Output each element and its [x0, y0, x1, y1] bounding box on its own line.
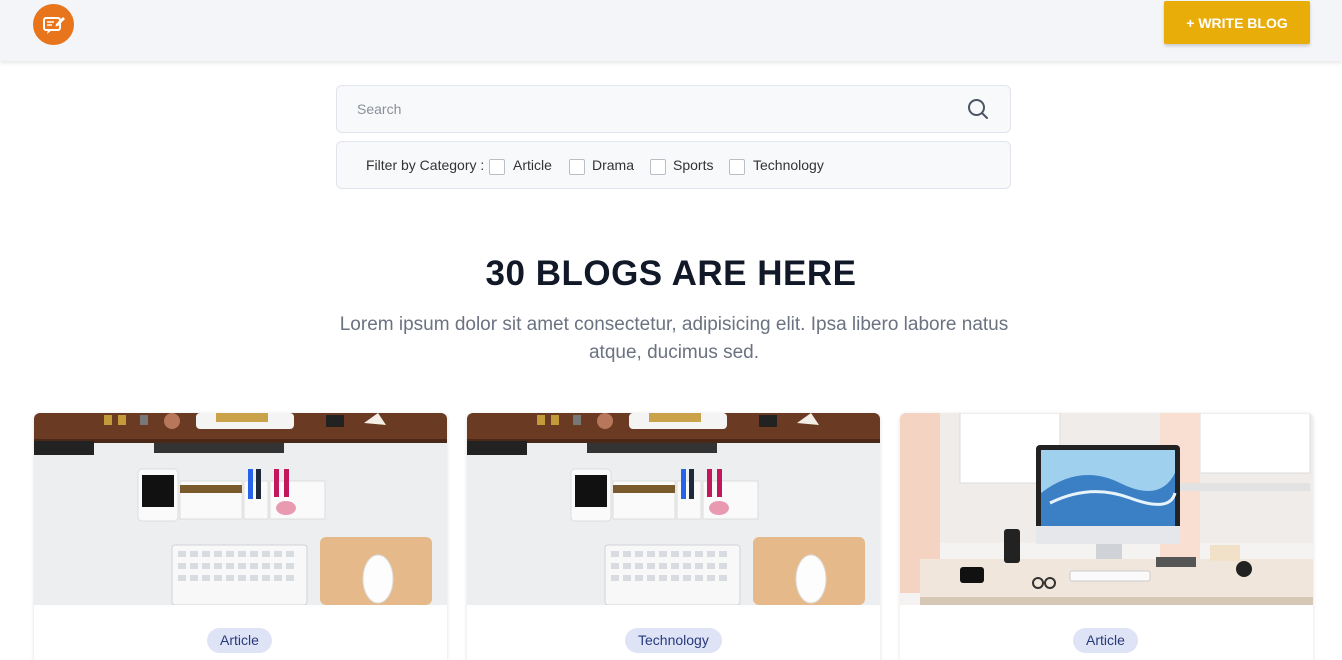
checkbox-label-technology[interactable]: Technology	[753, 157, 824, 173]
checkbox-label-article[interactable]: Article	[513, 157, 552, 173]
category-badge[interactable]: Technology	[625, 628, 722, 653]
desk-flatlay-image[interactable]	[467, 413, 880, 605]
blog-card[interactable]: Article	[34, 413, 447, 660]
blog-card[interactable]: Technology	[467, 413, 880, 660]
checkbox-label-drama[interactable]: Drama	[592, 157, 634, 173]
imac-workspace-image[interactable]	[900, 413, 1313, 605]
search-icon[interactable]	[966, 97, 990, 121]
write-blog-button[interactable]: + WRITE BLOG	[1164, 1, 1310, 44]
blog-logo-icon[interactable]	[33, 4, 74, 45]
search-input[interactable]	[357, 86, 957, 132]
search-bar	[336, 85, 1011, 133]
page-heading: 30 BLOGS ARE HERE	[485, 254, 857, 293]
checkbox-drama[interactable]	[569, 159, 585, 175]
filter-label: Filter by Category :	[366, 157, 485, 173]
top-navbar: + WRITE BLOG	[0, 0, 1342, 61]
checkbox-label-sports[interactable]: Sports	[673, 157, 713, 173]
page-subtitle: Lorem ipsum dolor sit amet consectetur, …	[339, 314, 1009, 363]
checkbox-technology[interactable]	[729, 159, 745, 175]
checkbox-article[interactable]	[489, 159, 505, 175]
blog-card[interactable]: Article	[900, 413, 1313, 660]
checkbox-sports[interactable]	[650, 159, 666, 175]
category-badge[interactable]: Article	[1073, 628, 1138, 653]
desk-flatlay-image[interactable]	[34, 413, 447, 605]
category-badge[interactable]: Article	[207, 628, 272, 653]
